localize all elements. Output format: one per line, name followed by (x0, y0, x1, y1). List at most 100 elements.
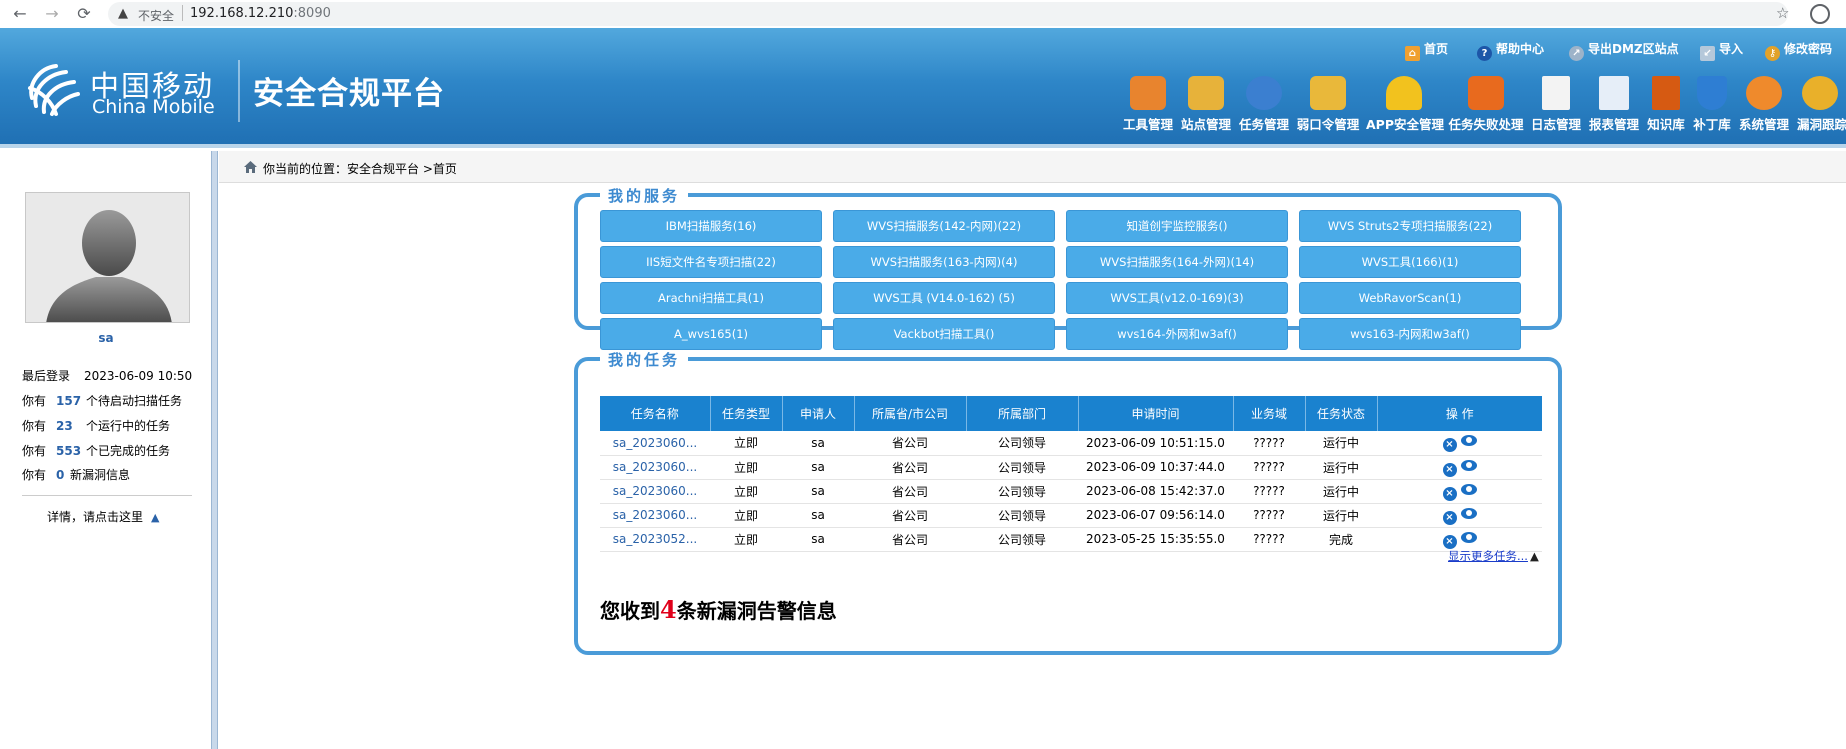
top-link-help[interactable]: ? 帮助中心 (1477, 40, 1544, 61)
top-link-home[interactable]: ⌂ 首页 (1405, 40, 1448, 61)
top-link-export-dmz[interactable]: ↗ 导出DMZ区站点 (1569, 40, 1679, 61)
column-header: 任务名称 (600, 396, 711, 431)
menu-vuln-tracking[interactable]: 漏洞跟踪 (1794, 76, 1846, 148)
vuln-alert-message[interactable]: 您收到4条新漏洞告警信息 (600, 595, 837, 624)
service-button[interactable]: IBM扫描服务(16) (600, 210, 822, 242)
insecure-label[interactable]: 不安全 (138, 7, 174, 24)
menu-task-failure[interactable]: 任务失败处理 (1446, 76, 1526, 148)
delete-icon[interactable]: × (1442, 462, 1457, 477)
profile-icon[interactable] (1810, 4, 1830, 24)
show-more-label[interactable]: 显示更多任务... (1448, 549, 1528, 563)
delete-icon[interactable]: × (1442, 438, 1457, 453)
my-tasks-panel: 我的任务 任务名称 任务类型 申请人 所属省/市公司 所属部门 申请时间 业务域… (574, 349, 1562, 655)
username[interactable]: sa (0, 331, 212, 345)
stat-running-tasks: 你有 23 个运行中的任务 (22, 417, 170, 434)
view-eye-icon[interactable] (1460, 459, 1477, 471)
menu-app-security[interactable]: APP安全管理 (1366, 76, 1444, 148)
stat-count[interactable]: 157 (56, 394, 86, 408)
delete-icon[interactable]: × (1442, 534, 1457, 549)
task-type: 立即 (710, 431, 782, 456)
service-button[interactable]: Arachni扫描工具(1) (600, 282, 822, 314)
top-link-change-password[interactable]: ⚷ 修改密码 (1765, 40, 1832, 61)
task-applicant: sa (782, 455, 854, 480)
column-header: 申请时间 (1078, 396, 1234, 431)
show-more-tasks-link[interactable]: 显示更多任务... ▲ (1448, 548, 1539, 564)
menu-report-management[interactable]: 报表管理 (1586, 76, 1642, 148)
table-row: sa_2023052... 立即 sa 省公司 公司领导 2023-05-25 … (600, 527, 1542, 552)
table-row: sa_2023060... 立即 sa 省公司 公司领导 2023-06-09 … (600, 455, 1542, 480)
detail-link[interactable]: 详情，请点击这里 ▲ (47, 508, 159, 525)
view-eye-icon[interactable] (1460, 435, 1477, 447)
service-button[interactable]: WVS扫描服务(142-内网)(22) (833, 210, 1055, 242)
service-button[interactable]: WVS Struts2专项扫描服务(22) (1299, 210, 1521, 242)
service-button[interactable]: Vackbot扫描工具() (833, 318, 1055, 350)
table-row: sa_2023060... 立即 sa 省公司 公司领导 2023-06-08 … (600, 479, 1542, 504)
service-button[interactable]: wvs164-外网和w3af() (1066, 318, 1288, 350)
top-link-import[interactable]: ↙ 导入 (1700, 40, 1743, 61)
top-link-label: 导出DMZ区站点 (1588, 42, 1679, 56)
view-eye-icon[interactable] (1460, 531, 1477, 543)
last-login-value: 2023-06-09 10:50 (84, 369, 193, 383)
view-eye-icon[interactable] (1460, 507, 1477, 519)
delete-icon[interactable]: × (1442, 510, 1457, 525)
menu-site-management[interactable]: 站点管理 (1178, 76, 1234, 148)
url-port: :8090 (293, 6, 331, 21)
bookmark-star-icon[interactable]: ☆ (1776, 4, 1789, 22)
warning-icon[interactable]: ▲ (118, 6, 128, 21)
back-icon[interactable]: ← (8, 2, 32, 26)
menu-log-management[interactable]: 日志管理 (1528, 76, 1584, 148)
task-name-link[interactable]: sa_2023060... (600, 479, 710, 504)
menu-weak-password[interactable]: 弱口令管理 (1294, 76, 1362, 148)
key-icon: ⚷ (1765, 46, 1780, 61)
stat-completed-tasks: 你有 553 个已完成的任务 (22, 442, 170, 459)
stat-count[interactable]: 23 (56, 419, 86, 433)
import-icon: ↙ (1700, 46, 1715, 61)
helmet-icon (1386, 76, 1422, 110)
detail-link-text[interactable]: 详情，请点击这里 (47, 510, 143, 524)
service-button[interactable]: WVS扫描服务(164-外网)(14) (1066, 246, 1288, 278)
service-button[interactable]: wvs163-内网和w3af() (1299, 318, 1521, 350)
menu-patch-library[interactable]: 补丁库 (1690, 76, 1734, 148)
last-login-row: 最后登录 2023-06-09 10:50 (22, 367, 192, 384)
task-name-link[interactable]: sa_2023052... (600, 527, 710, 552)
task-name-link[interactable]: sa_2023060... (600, 503, 710, 528)
service-button[interactable]: WebRavorScan(1) (1299, 282, 1521, 314)
menu-label: 工具管理 (1122, 117, 1173, 132)
address-bar[interactable]: ▲ 不安全 192.168.12.210:8090 (108, 2, 1788, 26)
service-button[interactable]: WVS工具(166)(1) (1299, 246, 1521, 278)
task-type: 立即 (710, 527, 782, 552)
stat-suffix: 个待启动扫描任务 (86, 394, 183, 408)
delete-icon[interactable]: × (1442, 486, 1457, 501)
column-header: 申请人 (782, 396, 855, 431)
main-menu: 工具管理 站点管理 任务管理 弱口令管理 APP安全管理 任务失败处理 日志管理 (0, 76, 1846, 148)
forward-icon[interactable]: → (40, 2, 64, 26)
menu-task-management[interactable]: 任务管理 (1236, 76, 1292, 148)
table-row: sa_2023060... 立即 sa 省公司 公司领导 2023-06-09 … (600, 431, 1542, 456)
stat-count[interactable]: 553 (56, 444, 86, 458)
sidebar-splitter[interactable] (211, 151, 218, 749)
service-button[interactable]: WVS扫描服务(163-内网)(4) (833, 246, 1055, 278)
view-eye-icon[interactable] (1460, 483, 1477, 495)
user-sidebar: sa 最后登录 2023-06-09 10:50 你有 157 个待启动扫描任务 你有… (0, 151, 212, 749)
menu-knowledge-base[interactable]: 知识库 (1644, 76, 1688, 148)
column-header: 任务状态 (1305, 396, 1378, 431)
url-text[interactable]: 192.168.12.210:8090 (190, 6, 331, 21)
menu-tool-management[interactable]: 工具管理 (1118, 76, 1178, 148)
task-name-link[interactable]: sa_2023060... (600, 431, 710, 456)
task-company: 省公司 (854, 455, 966, 480)
task-name-link[interactable]: sa_2023060... (600, 455, 710, 480)
toolbox-icon (1130, 76, 1166, 110)
task-applicant: sa (782, 527, 854, 552)
service-button[interactable]: IIS短文件名专项扫描(22) (600, 246, 822, 278)
service-button[interactable]: 知道创宇监控服务() (1066, 210, 1288, 242)
service-button[interactable]: WVS工具(v12.0-169)(3) (1066, 282, 1288, 314)
service-button[interactable]: WVS工具 (V14.0-162) (5) (833, 282, 1055, 314)
user-silhouette-icon (26, 193, 189, 322)
task-domain: ????? (1233, 431, 1305, 456)
stat-count[interactable]: 0 (56, 468, 70, 482)
service-button[interactable]: A_wvs165(1) (600, 318, 822, 350)
reload-icon[interactable]: ⟳ (72, 2, 96, 26)
column-header: 所属部门 (966, 396, 1079, 431)
task-applicant: sa (782, 503, 854, 528)
menu-system-management[interactable]: 系统管理 (1736, 76, 1792, 148)
